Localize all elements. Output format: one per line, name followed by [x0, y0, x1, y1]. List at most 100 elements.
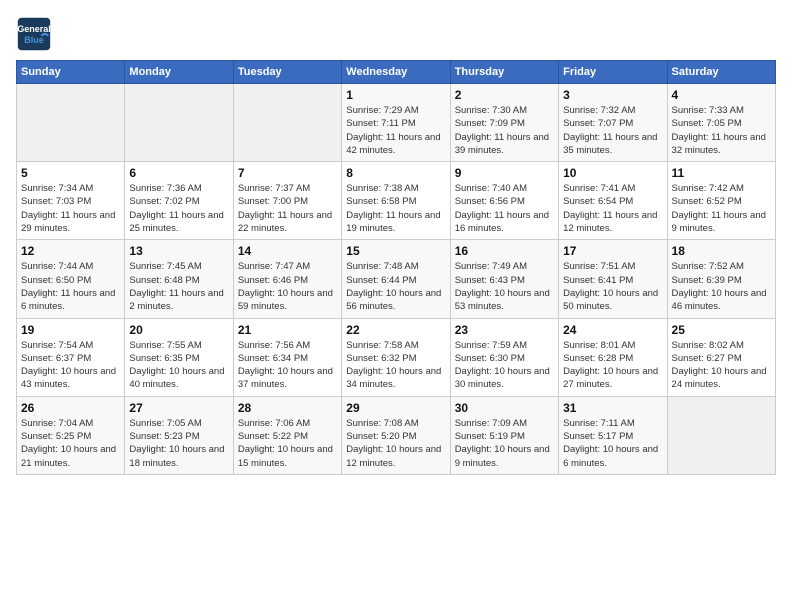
day-info: Sunrise: 7:11 AMSunset: 5:17 PMDaylight:… — [563, 417, 662, 470]
day-info: Sunrise: 7:29 AMSunset: 7:11 PMDaylight:… — [346, 104, 445, 157]
svg-text:General: General — [17, 24, 51, 34]
calendar-week-5: 26 Sunrise: 7:04 AMSunset: 5:25 PMDayligh… — [17, 396, 776, 474]
calendar-cell — [667, 396, 775, 474]
calendar-week-3: 12 Sunrise: 7:44 AMSunset: 6:50 PMDayligh… — [17, 240, 776, 318]
calendar-table: SundayMondayTuesdayWednesdayThursdayFrid… — [16, 60, 776, 475]
calendar-cell: 25 Sunrise: 8:02 AMSunset: 6:27 PMDayligh… — [667, 318, 775, 396]
calendar-cell: 10 Sunrise: 7:41 AMSunset: 6:54 PMDayligh… — [559, 162, 667, 240]
calendar-cell: 2 Sunrise: 7:30 AMSunset: 7:09 PMDaylight… — [450, 84, 558, 162]
day-number: 30 — [455, 401, 554, 415]
day-info: Sunrise: 7:05 AMSunset: 5:23 PMDaylight:… — [129, 417, 228, 470]
weekday-header-wednesday: Wednesday — [342, 61, 450, 84]
calendar-cell: 6Sunrise: 7:36 AMSunset: 7:02 PMDaylight… — [125, 162, 233, 240]
weekday-header-friday: Friday — [559, 61, 667, 84]
day-number: 24 — [563, 323, 662, 337]
day-number: 15 — [346, 244, 445, 258]
day-info: Sunrise: 7:44 AMSunset: 6:50 PMDaylight:… — [21, 260, 120, 313]
calendar-cell: 21 Sunrise: 7:56 AMSunset: 6:34 PMDayligh… — [233, 318, 341, 396]
calendar-cell: 15 Sunrise: 7:48 AMSunset: 6:44 PMDayligh… — [342, 240, 450, 318]
calendar-cell: 8Sunrise: 7:38 AMSunset: 6:58 PMDaylight… — [342, 162, 450, 240]
calendar-cell: 18 Sunrise: 7:52 AMSunset: 6:39 PMDayligh… — [667, 240, 775, 318]
calendar-cell: 26 Sunrise: 7:04 AMSunset: 5:25 PMDayligh… — [17, 396, 125, 474]
day-number: 29 — [346, 401, 445, 415]
day-number: 18 — [672, 244, 771, 258]
day-info: Sunrise: 7:38 AMSunset: 6:58 PMDaylight:… — [346, 182, 445, 235]
day-info: Sunrise: 7:52 AMSunset: 6:39 PMDaylight:… — [672, 260, 771, 313]
day-info: Sunrise: 7:45 AMSunset: 6:48 PMDaylight:… — [129, 260, 228, 313]
day-info: Sunrise: 7:59 AMSunset: 6:30 PMDaylight:… — [455, 339, 554, 392]
calendar-cell: 19 Sunrise: 7:54 AMSunset: 6:37 PMDayligh… — [17, 318, 125, 396]
day-number: 20 — [129, 323, 228, 337]
calendar-week-4: 19 Sunrise: 7:54 AMSunset: 6:37 PMDayligh… — [17, 318, 776, 396]
day-info: Sunrise: 7:40 AMSunset: 6:56 PMDaylight:… — [455, 182, 554, 235]
calendar-cell — [233, 84, 341, 162]
calendar-week-1: 1 Sunrise: 7:29 AMSunset: 7:11 PMDaylight… — [17, 84, 776, 162]
day-number: 10 — [563, 166, 662, 180]
day-number: 13 — [129, 244, 228, 258]
calendar-cell: 29 Sunrise: 7:08 AMSunset: 5:20 PMDayligh… — [342, 396, 450, 474]
weekday-header-sunday: Sunday — [17, 61, 125, 84]
page-header: General Blue — [16, 16, 776, 52]
day-number: 12 — [21, 244, 120, 258]
weekday-header-row: SundayMondayTuesdayWednesdayThursdayFrid… — [17, 61, 776, 84]
calendar-cell: 7Sunrise: 7:37 AMSunset: 7:00 PMDaylight… — [233, 162, 341, 240]
calendar-cell: 27Sunrise: 7:05 AMSunset: 5:23 PMDayligh… — [125, 396, 233, 474]
calendar-cell: 9 Sunrise: 7:40 AMSunset: 6:56 PMDaylight… — [450, 162, 558, 240]
svg-text:Blue: Blue — [24, 35, 44, 45]
day-number: 9 — [455, 166, 554, 180]
logo-icon: General Blue — [16, 16, 52, 52]
day-number: 7 — [238, 166, 337, 180]
day-number: 5 — [21, 166, 120, 180]
day-info: Sunrise: 7:06 AMSunset: 5:22 PMDaylight:… — [238, 417, 337, 470]
calendar-cell: 14 Sunrise: 7:47 AMSunset: 6:46 PMDayligh… — [233, 240, 341, 318]
weekday-header-thursday: Thursday — [450, 61, 558, 84]
day-info: Sunrise: 7:48 AMSunset: 6:44 PMDaylight:… — [346, 260, 445, 313]
calendar-cell: 4Sunrise: 7:33 AMSunset: 7:05 PMDaylight… — [667, 84, 775, 162]
day-info: Sunrise: 7:32 AMSunset: 7:07 PMDaylight:… — [563, 104, 662, 157]
day-number: 21 — [238, 323, 337, 337]
day-info: Sunrise: 7:56 AMSunset: 6:34 PMDaylight:… — [238, 339, 337, 392]
day-info: Sunrise: 7:09 AMSunset: 5:19 PMDaylight:… — [455, 417, 554, 470]
calendar-cell — [125, 84, 233, 162]
calendar-week-2: 5 Sunrise: 7:34 AMSunset: 7:03 PMDaylight… — [17, 162, 776, 240]
weekday-header-saturday: Saturday — [667, 61, 775, 84]
calendar-cell: 31 Sunrise: 7:11 AMSunset: 5:17 PMDayligh… — [559, 396, 667, 474]
calendar-cell: 11 Sunrise: 7:42 AMSunset: 6:52 PMDayligh… — [667, 162, 775, 240]
day-number: 6 — [129, 166, 228, 180]
day-info: Sunrise: 7:42 AMSunset: 6:52 PMDaylight:… — [672, 182, 771, 235]
calendar-cell: 5 Sunrise: 7:34 AMSunset: 7:03 PMDaylight… — [17, 162, 125, 240]
calendar-cell: 23Sunrise: 7:59 AMSunset: 6:30 PMDayligh… — [450, 318, 558, 396]
calendar-cell: 16Sunrise: 7:49 AMSunset: 6:43 PMDayligh… — [450, 240, 558, 318]
day-number: 3 — [563, 88, 662, 102]
day-info: Sunrise: 7:34 AMSunset: 7:03 PMDaylight:… — [21, 182, 120, 235]
day-number: 25 — [672, 323, 771, 337]
calendar-cell: 28Sunrise: 7:06 AMSunset: 5:22 PMDayligh… — [233, 396, 341, 474]
day-number: 2 — [455, 88, 554, 102]
day-info: Sunrise: 8:02 AMSunset: 6:27 PMDaylight:… — [672, 339, 771, 392]
day-number: 4 — [672, 88, 771, 102]
day-info: Sunrise: 7:47 AMSunset: 6:46 PMDaylight:… — [238, 260, 337, 313]
day-number: 1 — [346, 88, 445, 102]
day-number: 11 — [672, 166, 771, 180]
logo: General Blue — [16, 16, 56, 52]
day-number: 31 — [563, 401, 662, 415]
day-info: Sunrise: 7:54 AMSunset: 6:37 PMDaylight:… — [21, 339, 120, 392]
calendar-cell: 20 Sunrise: 7:55 AMSunset: 6:35 PMDayligh… — [125, 318, 233, 396]
calendar-cell: 22Sunrise: 7:58 AMSunset: 6:32 PMDayligh… — [342, 318, 450, 396]
day-info: Sunrise: 7:30 AMSunset: 7:09 PMDaylight:… — [455, 104, 554, 157]
weekday-header-monday: Monday — [125, 61, 233, 84]
day-info: Sunrise: 7:08 AMSunset: 5:20 PMDaylight:… — [346, 417, 445, 470]
calendar-cell: 17Sunrise: 7:51 AMSunset: 6:41 PMDayligh… — [559, 240, 667, 318]
day-info: Sunrise: 7:55 AMSunset: 6:35 PMDaylight:… — [129, 339, 228, 392]
day-info: Sunrise: 7:41 AMSunset: 6:54 PMDaylight:… — [563, 182, 662, 235]
day-number: 17 — [563, 244, 662, 258]
day-number: 26 — [21, 401, 120, 415]
day-number: 19 — [21, 323, 120, 337]
day-number: 22 — [346, 323, 445, 337]
calendar-cell: 24Sunrise: 8:01 AMSunset: 6:28 PMDayligh… — [559, 318, 667, 396]
calendar-cell: 12 Sunrise: 7:44 AMSunset: 6:50 PMDayligh… — [17, 240, 125, 318]
day-info: Sunrise: 7:04 AMSunset: 5:25 PMDaylight:… — [21, 417, 120, 470]
calendar-cell: 30 Sunrise: 7:09 AMSunset: 5:19 PMDayligh… — [450, 396, 558, 474]
day-number: 14 — [238, 244, 337, 258]
calendar-cell: 13 Sunrise: 7:45 AMSunset: 6:48 PMDayligh… — [125, 240, 233, 318]
